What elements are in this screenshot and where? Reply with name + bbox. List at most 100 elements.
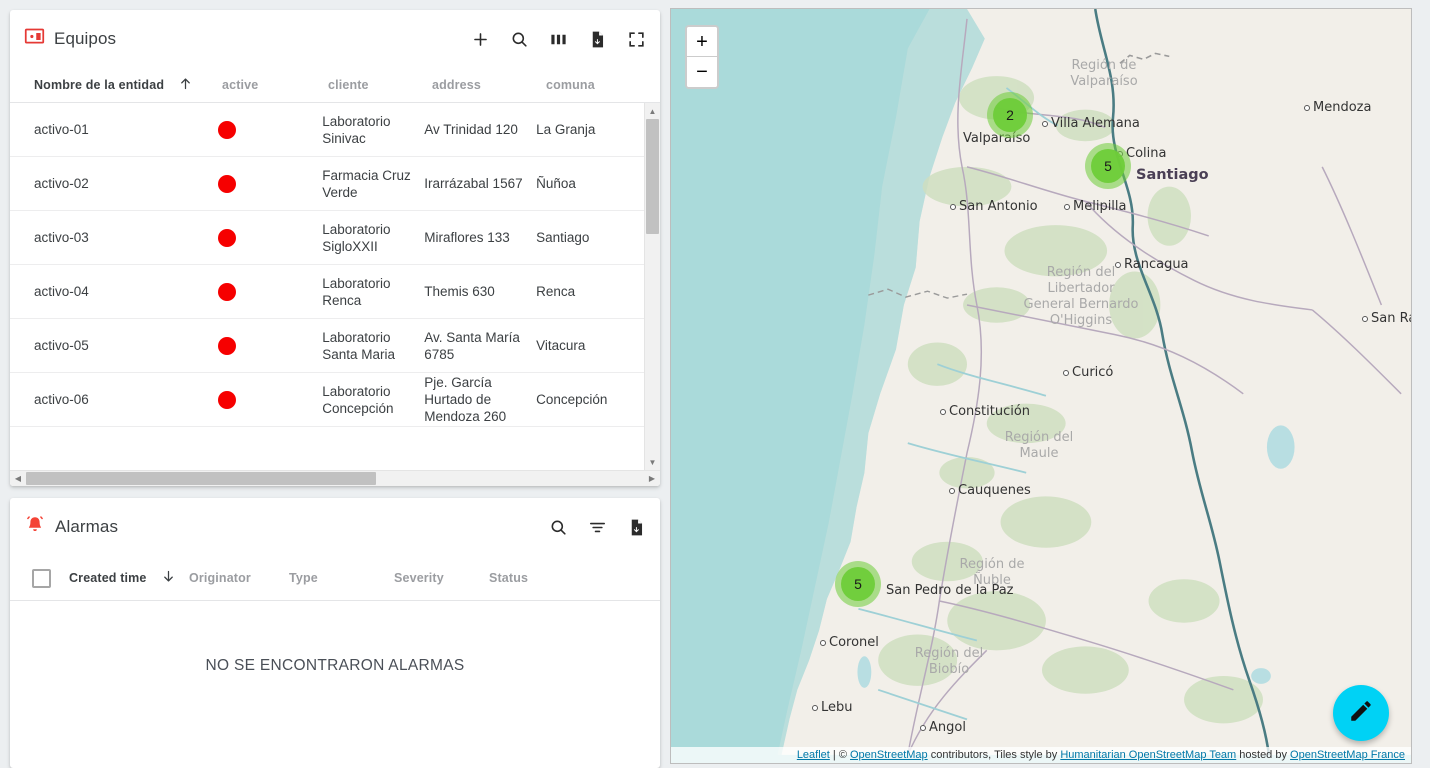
cell-address: Themis 630 <box>424 283 536 300</box>
alarms-table-header: Created time Originator Type Severity St… <box>10 556 660 600</box>
vscroll-thumb[interactable] <box>646 119 659 234</box>
scroll-down-icon[interactable]: ▼ <box>645 454 661 470</box>
search-alarms-button[interactable] <box>548 517 568 537</box>
map-cluster-count: 5 <box>1091 149 1125 183</box>
status-indicator-dot <box>218 337 236 355</box>
column-settings-button[interactable] <box>548 29 568 49</box>
column-label-created-time: Created time <box>69 571 147 585</box>
humanitarian-osm-link[interactable]: Humanitarian OpenStreetMap Team <box>1060 749 1236 761</box>
cell-nombre: activo-01 <box>34 121 218 138</box>
map-cluster-marker[interactable]: 5 <box>1085 143 1131 189</box>
cell-active <box>218 391 322 409</box>
map-city-dot-icon <box>1304 105 1310 111</box>
cell-nombre: activo-04 <box>34 283 218 300</box>
select-all-alarms-checkbox[interactable] <box>32 569 51 588</box>
export-devices-button[interactable] <box>587 29 607 49</box>
status-indicator-dot <box>218 283 236 301</box>
devices-table-header: Nombre de la entidad active cliente addr… <box>10 68 660 102</box>
devices-toolbar: Equipos <box>10 10 660 68</box>
cell-address: Pje. García Hurtado de Mendoza 260 <box>424 374 536 425</box>
hscroll-track[interactable] <box>26 471 644 486</box>
add-device-button[interactable] <box>470 29 490 49</box>
devices-card: Equipos <box>10 10 660 486</box>
map-tiles <box>671 9 1411 755</box>
table-row[interactable]: activo-06 Laboratorio ConcepciónPje. Garc… <box>10 373 644 427</box>
cell-address: Av Trinidad 120 <box>424 121 536 138</box>
scroll-right-icon[interactable]: ▶ <box>644 471 660 487</box>
left-column: Equipos <box>0 0 670 768</box>
openstreetmap-link[interactable]: OpenStreetMap <box>850 749 928 761</box>
column-header-originator[interactable]: Originator <box>189 571 289 585</box>
leaflet-map[interactable]: Región deValparaísoRegión delLibertadorG… <box>670 8 1412 764</box>
cell-cliente: Laboratorio SigloXXII <box>322 221 424 255</box>
map-cluster-marker[interactable]: 2 <box>987 92 1033 138</box>
osm-france-link[interactable]: OpenStreetMap France <box>1290 749 1405 761</box>
cell-comuna: Santiago <box>536 229 644 246</box>
alarms-actions <box>548 517 646 537</box>
map-city-dot-icon <box>820 640 826 646</box>
cell-active <box>218 229 322 247</box>
edit-pencil-icon <box>1348 698 1374 729</box>
table-row[interactable]: activo-03Laboratorio SigloXXIIMiraflores… <box>10 211 644 265</box>
column-header-active[interactable]: active <box>222 78 328 92</box>
map-city-dot-icon <box>920 725 926 731</box>
column-header-type[interactable]: Type <box>289 571 394 585</box>
column-label-nombre: Nombre de la entidad <box>34 78 164 92</box>
leaflet-link[interactable]: Leaflet <box>797 749 830 761</box>
alarms-title: Alarmas <box>55 517 118 537</box>
column-header-cliente[interactable]: cliente <box>328 78 432 92</box>
search-devices-button[interactable] <box>509 29 529 49</box>
table-row[interactable]: activo-05Laboratorio Santa MariaAv. Sant… <box>10 319 644 373</box>
cell-address: Irarrázabal 1567 <box>424 175 536 192</box>
cell-active <box>218 337 322 355</box>
table-row[interactable]: activo-01 Laboratorio SinivacAv Trinidad … <box>10 103 644 157</box>
zoom-out-button[interactable]: − <box>687 57 717 87</box>
status-indicator-dot <box>218 229 236 247</box>
map-cluster-marker[interactable]: 5 <box>835 561 881 607</box>
cell-active <box>218 283 322 301</box>
cell-comuna: Renca <box>536 283 644 300</box>
devices-icon <box>24 26 45 52</box>
cell-cliente: Farmacia Cruz Verde <box>322 167 424 201</box>
fullscreen-button[interactable] <box>626 29 646 49</box>
attr-sep: | <box>830 749 839 761</box>
scroll-left-icon[interactable]: ◀ <box>10 471 26 487</box>
edit-dashboard-fab[interactable] <box>1333 685 1389 741</box>
map-city-dot-icon <box>949 488 955 494</box>
table-row[interactable]: activo-02Farmacia Cruz VerdeIrarrázabal … <box>10 157 644 211</box>
map-cluster-count: 5 <box>841 567 875 601</box>
cell-cliente: Laboratorio Concepción <box>322 383 424 417</box>
devices-rows: activo-01 Laboratorio SinivacAv Trinidad … <box>10 103 644 470</box>
column-header-nombre[interactable]: Nombre de la entidad <box>34 76 222 94</box>
devices-title-wrap: Equipos <box>24 26 116 52</box>
devices-horizontal-scrollbar[interactable]: ◀ ▶ <box>10 470 660 486</box>
scroll-up-icon[interactable]: ▲ <box>645 103 661 119</box>
column-header-comuna[interactable]: comuna <box>546 78 656 92</box>
zoom-in-button[interactable]: + <box>687 27 717 57</box>
alarms-empty-message: NO SE ENCONTRARON ALARMAS <box>10 600 660 768</box>
column-header-address[interactable]: address <box>432 78 546 92</box>
status-indicator-dot <box>218 391 236 409</box>
map-city-dot-icon <box>1362 316 1368 322</box>
sort-descending-icon <box>161 569 176 587</box>
dashboard-root: Equipos <box>0 0 1430 768</box>
column-header-severity[interactable]: Severity <box>394 571 489 585</box>
bell-alert-icon <box>24 514 46 541</box>
column-header-status[interactable]: Status <box>489 571 579 585</box>
map-city-dot-icon <box>940 409 946 415</box>
cell-nombre: activo-06 <box>34 391 218 408</box>
filter-alarms-button[interactable] <box>587 517 607 537</box>
alarms-title-wrap: Alarmas <box>24 514 118 541</box>
devices-vertical-scrollbar[interactable]: ▲ ▼ <box>644 103 660 470</box>
map-column: Región deValparaísoRegión delLibertadorG… <box>670 0 1420 768</box>
devices-title: Equipos <box>54 29 116 49</box>
cell-cliente: Laboratorio Sinivac <box>322 113 424 147</box>
table-row[interactable]: activo-04Laboratorio RencaThemis 630Renc… <box>10 265 644 319</box>
map-city-dot-icon <box>1115 262 1121 268</box>
export-alarms-button[interactable] <box>626 517 646 537</box>
map-city-dot-icon <box>1042 121 1048 127</box>
column-header-created-time[interactable]: Created time <box>69 569 189 587</box>
hscroll-thumb[interactable] <box>26 472 376 485</box>
vscroll-track[interactable] <box>645 119 660 454</box>
cell-active <box>218 121 322 139</box>
